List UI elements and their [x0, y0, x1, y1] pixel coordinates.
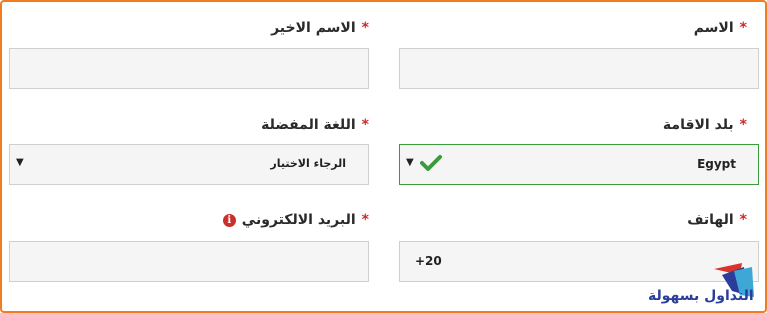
- required-mark: *: [739, 212, 747, 228]
- last-name-field[interactable]: [9, 48, 369, 89]
- email-label-text: البريد الالكتروني: [241, 212, 356, 228]
- email-field[interactable]: [9, 241, 369, 282]
- required-mark: *: [361, 20, 369, 36]
- last-name-label-text: الاسم الاخير: [271, 20, 356, 36]
- watermark-text: التداول بسهولة: [648, 288, 754, 304]
- dropdown-caret-icon: ▼: [16, 157, 24, 168]
- first-name-label-text: الاسم: [693, 20, 734, 36]
- required-mark: *: [739, 20, 747, 36]
- language-select[interactable]: ▼ الرجاء الاختيار: [9, 144, 369, 185]
- first-name-label: * الاسم: [694, 20, 747, 36]
- required-mark: *: [739, 117, 747, 133]
- info-icon[interactable]: i: [222, 214, 236, 227]
- country-label-text: بلد الاقامة: [662, 117, 734, 133]
- phone-label-text: الهاتف: [687, 212, 734, 228]
- country-label: * بلد الاقامة: [663, 117, 747, 133]
- phone-label: * الهاتف: [687, 212, 747, 228]
- phone-value: +20: [415, 254, 442, 268]
- dropdown-caret-icon: ▼: [406, 157, 414, 168]
- country-value: Egypt: [697, 157, 736, 171]
- check-icon: [420, 155, 442, 171]
- country-select[interactable]: ▼ Egypt: [399, 144, 759, 185]
- language-label-text: اللغة المفضلة: [261, 117, 356, 133]
- required-mark: *: [361, 212, 369, 228]
- required-mark: *: [361, 117, 369, 133]
- email-label: * البريد الالكتروني i: [222, 212, 369, 228]
- last-name-label: * الاسم الاخير: [271, 20, 369, 36]
- language-value: الرجاء الاختيار: [270, 157, 346, 170]
- first-name-field[interactable]: [399, 48, 759, 89]
- language-label: * اللغة المفضلة: [261, 117, 369, 133]
